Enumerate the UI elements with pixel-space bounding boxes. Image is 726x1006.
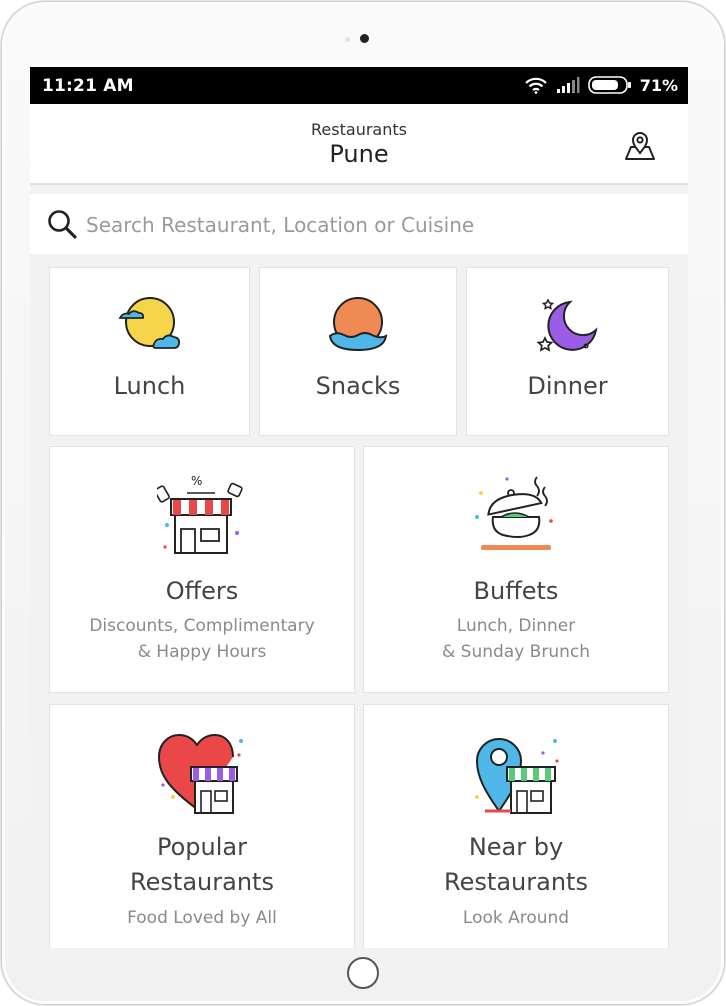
popular-title-line1: Popular bbox=[157, 833, 247, 861]
search-bar bbox=[30, 194, 688, 254]
buffets-title: Buffets bbox=[473, 577, 559, 605]
dinner-card[interactable]: Dinner bbox=[466, 267, 669, 436]
location-shop-icon bbox=[475, 738, 559, 814]
header-label: Restaurants bbox=[311, 120, 407, 139]
buffets-subtitle-1: Lunch, Dinner bbox=[456, 616, 576, 636]
front-camera bbox=[360, 34, 369, 43]
sensor-dot bbox=[345, 37, 350, 42]
search-icon bbox=[48, 210, 77, 239]
lunch-title: Lunch bbox=[113, 372, 186, 400]
battery-icon bbox=[587, 76, 631, 94]
battery-percentage: 71% bbox=[639, 75, 678, 95]
popular-title-line2: Restaurants bbox=[130, 868, 274, 896]
nearby-restaurants-card[interactable]: Near by Restaurants Look Around bbox=[363, 704, 669, 948]
svg-text:%: % bbox=[191, 474, 202, 488]
offers-subtitle-2: & Happy Hours bbox=[137, 642, 267, 662]
snacks-title: Snacks bbox=[315, 372, 401, 400]
nearby-title-line2: Restaurants bbox=[444, 868, 588, 896]
buffets-subtitle-2: & Sunday Brunch bbox=[442, 642, 590, 662]
status-bar: 11:21 AM 71% bbox=[30, 67, 688, 104]
sunset-icon bbox=[328, 297, 388, 352]
home-button[interactable] bbox=[347, 957, 379, 989]
signal-icon bbox=[556, 77, 580, 93]
offers-shop-icon: % bbox=[157, 474, 243, 554]
lunch-card[interactable]: Lunch bbox=[49, 267, 250, 436]
popular-subtitle: Food Loved by All bbox=[127, 908, 277, 928]
popular-restaurants-card[interactable]: Popular Restaurants Food Loved by All bbox=[49, 704, 355, 948]
nearby-subtitle: Look Around bbox=[462, 908, 570, 928]
offers-card[interactable]: % Offers Discounts, Complimentary & Happ… bbox=[49, 446, 355, 693]
moon-stars-icon bbox=[536, 298, 598, 352]
app-header: Restaurants Pune bbox=[30, 104, 688, 185]
app-screen: 11:21 AM 71% Restaurants Pune Search Res… bbox=[30, 67, 688, 948]
search-input[interactable] bbox=[84, 204, 668, 246]
buffets-card[interactable]: Buffets Lunch, Dinner & Sunday Brunch bbox=[363, 446, 669, 693]
nearby-title-line1: Near by bbox=[468, 833, 564, 861]
buffet-pot-icon bbox=[475, 476, 553, 550]
city-selector[interactable]: Pune bbox=[30, 140, 688, 168]
heart-shop-icon bbox=[157, 733, 243, 814]
dinner-title: Dinner bbox=[527, 372, 608, 400]
status-time: 11:21 AM bbox=[42, 76, 134, 96]
offers-subtitle-1: Discounts, Complimentary bbox=[89, 616, 315, 636]
wifi-icon bbox=[524, 77, 547, 94]
map-location-icon[interactable] bbox=[623, 128, 657, 162]
offers-title: Offers bbox=[165, 577, 239, 605]
sun-cloud-icon bbox=[118, 297, 180, 349]
snacks-card[interactable]: Snacks bbox=[259, 267, 457, 436]
